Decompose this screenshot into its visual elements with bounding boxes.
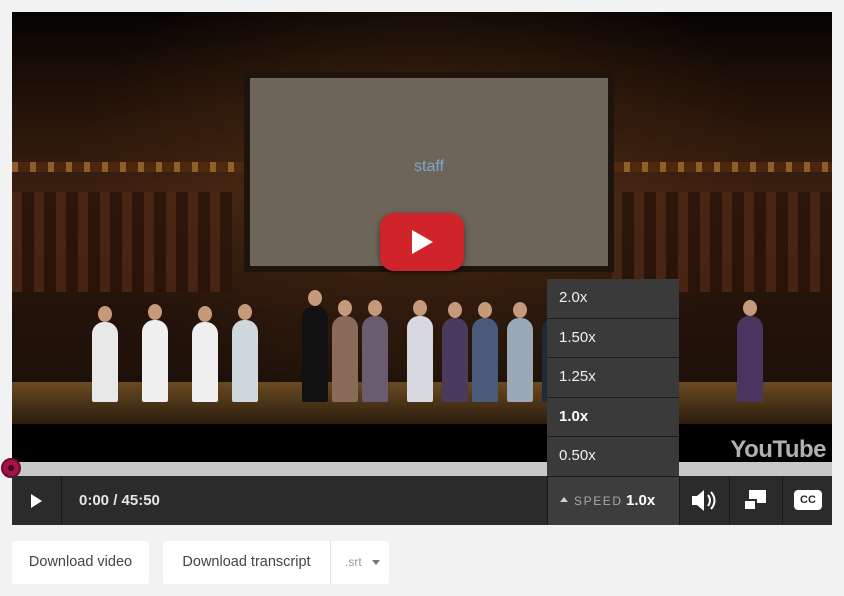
format-value: .srt xyxy=(345,555,362,569)
fullscreen-icon xyxy=(743,490,766,511)
control-bar: 0:00 / 45:50 SPEED 1.0x CC xyxy=(12,476,832,525)
speed-value: 1.0x xyxy=(626,492,656,509)
transcript-format-select[interactable]: .srt xyxy=(331,541,389,584)
play-icon xyxy=(412,230,433,254)
caret-down-icon xyxy=(372,560,380,565)
download-transcript-button[interactable]: Download transcript xyxy=(163,541,330,584)
youtube-logo: YouTube xyxy=(730,436,826,462)
hall-balcony-left xyxy=(12,192,232,292)
speed-menu: 2.0x 1.50x 1.25x 1.0x 0.50x xyxy=(547,279,679,477)
time-display: 0:00 / 45:50 xyxy=(79,492,160,509)
play-overlay-button[interactable] xyxy=(380,213,464,271)
volume-button[interactable] xyxy=(679,476,729,525)
caret-up-icon xyxy=(560,497,568,502)
speed-button[interactable]: SPEED 1.0x xyxy=(547,476,680,525)
speed-option[interactable]: 1.25x xyxy=(547,358,679,398)
video-player: staff YouTube 0:00 / 45:50 SPEED 1.0x CC… xyxy=(1,12,832,525)
captions-button[interactable]: CC xyxy=(782,476,833,525)
speed-option[interactable]: 1.50x xyxy=(547,318,679,359)
play-icon xyxy=(31,494,42,508)
speed-option[interactable]: 2.0x xyxy=(547,279,679,319)
progress-bar[interactable] xyxy=(1,458,832,478)
volume-icon xyxy=(692,490,716,511)
cc-icon: CC xyxy=(794,490,822,510)
download-video-button[interactable]: Download video xyxy=(12,541,149,584)
hall-balcony-right xyxy=(612,192,832,292)
video-frame[interactable]: staff YouTube xyxy=(12,12,832,462)
fullscreen-button[interactable] xyxy=(729,476,783,525)
speed-option[interactable]: 1.0x xyxy=(547,397,679,438)
progress-scrubber[interactable] xyxy=(1,458,21,478)
speed-label: SPEED xyxy=(574,494,623,508)
speed-option[interactable]: 0.50x xyxy=(547,437,679,477)
play-button[interactable] xyxy=(12,476,62,525)
slide-text: staff xyxy=(414,158,444,175)
